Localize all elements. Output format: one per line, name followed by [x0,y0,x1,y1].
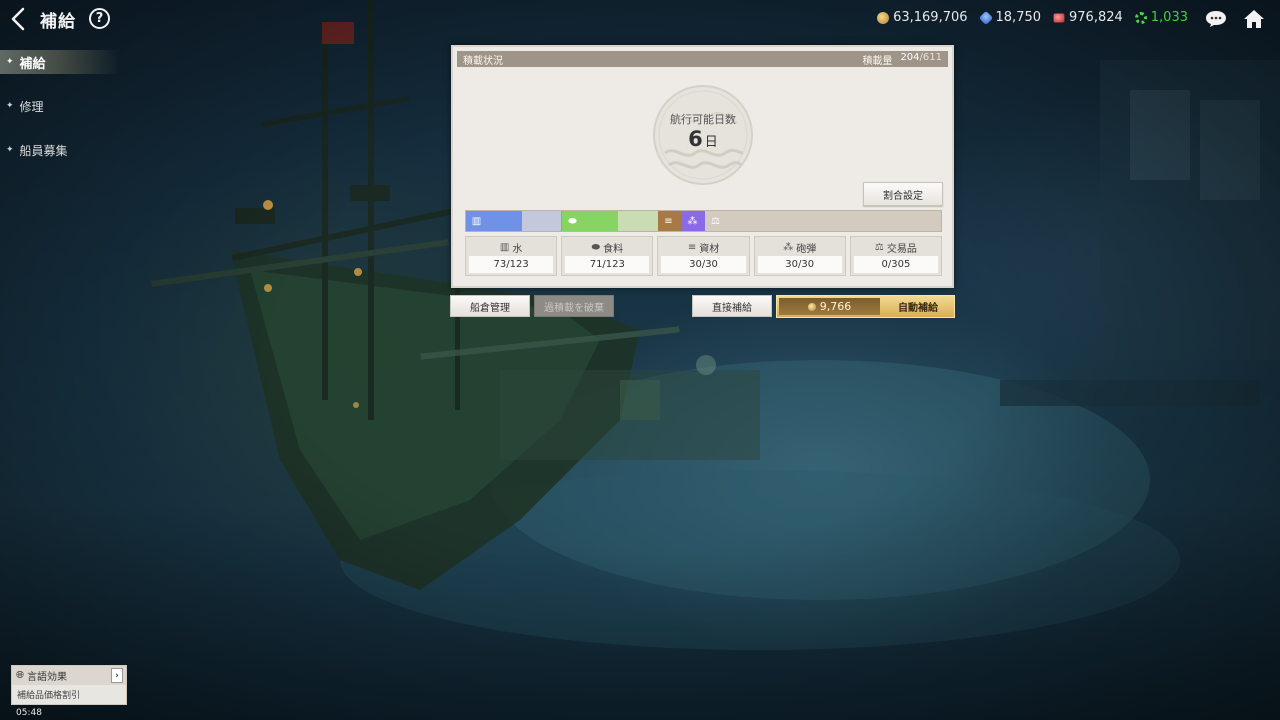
sidebar-item-label: 船員募集 [19,143,68,158]
currency-blue-gem: 18,750 [978,10,1042,25]
gold-amount: 63,169,706 [893,10,968,25]
red-gem-amount: 976,824 [1069,10,1123,25]
sidebar-item-label: 補給 [19,56,46,72]
gold-coin-icon [807,302,816,311]
capacity-readout: 積載量 204/611 [862,52,942,67]
currency-bar: 63,169,706 18,750 976,824 1,033 [877,10,1188,25]
sidebar-item-repair[interactable]: ✦ 修理 [0,94,160,118]
cannonball-icon: ⁂ [687,216,698,227]
cargo-card-title: ≡ 資材 [661,240,745,255]
cargo-card-title: ⚖ 交易品 [854,240,938,255]
star-bullet-icon: ✦ [6,101,14,111]
cargo-card-value: 73/123 [469,256,554,273]
cargo-card-label: 資材 [699,243,720,255]
cargo-bar: ▥ ⬬ ≡ ⁂ ⚖ [465,210,942,232]
cargo-card-food[interactable]: ⬬ 食料 71/123 [561,236,654,276]
currency-green: 1,033 [1134,10,1188,25]
green-amount: 1,033 [1150,10,1188,25]
language-effect-box: 🌐︎ 言語効果 › 補給品価格割引 [11,665,127,705]
home-icon[interactable] [1242,8,1266,30]
cannonball-icon: ⁂ [783,241,794,253]
cargo-card-trade[interactable]: ⚖ 交易品 0/305 [849,236,943,276]
cargo-bar-water: ▥ [466,211,522,231]
cargo-card-label: 水 [512,243,523,255]
cargo-bar-food-empty [618,211,658,231]
sidebar-item-supply[interactable]: ✦ 補給 [0,50,160,74]
red-gem-icon [1053,13,1065,22]
lumber-icon: ≡ [687,241,697,253]
bread-icon: ⬬ [568,216,577,227]
auto-supply-button[interactable]: 9,766 自動補給 [776,295,955,318]
cargo-card-title: ⁂ 砲弾 [758,240,842,255]
top-bar: 補給 ? 63,169,706 18,750 976,824 1,033 [0,0,1280,38]
sailing-days-label: 航行可能日数 [670,113,736,126]
sailing-days-value: 6日 [643,127,763,151]
chat-bubble-icon[interactable] [1205,10,1227,28]
panel-title: 積載状況 [463,55,503,67]
water-bucket-icon: ▥ [471,216,482,227]
green-gear-icon [1134,11,1147,24]
cargo-bar-food: ⬬ [562,211,618,231]
bread-icon: ⬬ [591,241,601,253]
direct-supply-button[interactable]: 直接補給 [692,295,772,317]
cargo-cards: ▥ 水 73/123 ⬬ 食料 71/123 ≡ 資材 30/30 ⁂ 砲弾 30/30… [465,236,943,276]
globe-icon: 🌐︎ [16,670,24,681]
capacity-number: 204/611 [900,52,942,67]
page-title: 補給 [40,12,76,32]
gold-coin-icon [877,11,890,24]
cargo-bar-water-empty [522,211,562,231]
star-bullet-icon: ✦ [6,145,14,155]
cargo-card-ammo[interactable]: ⁂ 砲弾 30/30 [753,236,846,276]
capacity-max: /611 [919,51,942,63]
water-bucket-icon: ▥ [499,241,510,253]
star-bullet-icon: ✦ [6,57,14,67]
blue-gem-amount: 18,750 [995,10,1042,25]
currency-gold: 63,169,706 [877,10,968,25]
cargo-card-materials[interactable]: ≡ 資材 30/30 [657,236,750,276]
language-effect-title: 言語効果 [27,672,67,683]
scale-icon: ⚖ [874,241,884,253]
help-button[interactable]: ? [89,8,110,29]
blue-gem-icon [978,10,993,25]
sidebar-item-crew-recruit[interactable]: ✦ 船員募集 [0,138,160,162]
sidebar-item-label: 修理 [19,99,44,114]
auto-supply-cost-value: 9,766 [819,300,852,313]
cargo-card-title: ⬬ 食料 [565,240,649,255]
cargo-status-panel: 積載状況 積載量 204/611 航行可能日数 6日 割合設定 ▥ ⬬ ≡ ⁂ … [451,45,954,288]
ratio-settings-button[interactable]: 割合設定 [863,182,943,206]
back-arrow-icon[interactable] [8,6,30,32]
cargo-card-label: 砲弾 [796,243,817,255]
chevron-right-icon[interactable]: › [111,668,123,683]
cargo-card-value: 71/123 [565,256,650,273]
cargo-card-value: 30/30 [661,256,746,273]
language-effect-header: 🌐︎ 言語効果 › [12,666,126,685]
scale-icon: ⚖ [711,216,720,227]
hold-management-button[interactable]: 船倉管理 [450,295,530,317]
cargo-card-water[interactable]: ▥ 水 73/123 [465,236,558,276]
clock: 05:48 [16,708,42,718]
cargo-bar-trade: ⚖ [705,211,725,231]
panel-header: 積載状況 積載量 204/611 [457,51,948,67]
discard-overload-button[interactable]: 過積載を破棄 [534,295,614,317]
cargo-card-label: 食料 [603,243,624,255]
language-effect-description: 補給品価格割引 [17,691,81,701]
currency-red-gem: 976,824 [1053,10,1123,25]
cargo-card-value: 30/30 [757,256,842,273]
auto-supply-cost: 9,766 [779,298,880,315]
cargo-card-title: ▥ 水 [469,240,553,255]
cargo-card-label: 交易品 [886,243,917,255]
capacity-used: 204 [900,51,920,63]
cargo-card-value: 0/305 [853,256,939,273]
sailing-days-unit: 日 [704,135,718,150]
lumber-icon: ≡ [664,216,673,227]
sailing-days-number: 6 [688,127,703,151]
cargo-bar-materials: ≡ [658,211,682,231]
cargo-bar-ammo: ⁂ [682,211,705,231]
capacity-label: 積載量 [862,55,893,67]
side-menu: ✦ 補給 ✦ 修理 ✦ 船員募集 [0,50,160,182]
auto-supply-label: 自動補給 [898,303,938,314]
